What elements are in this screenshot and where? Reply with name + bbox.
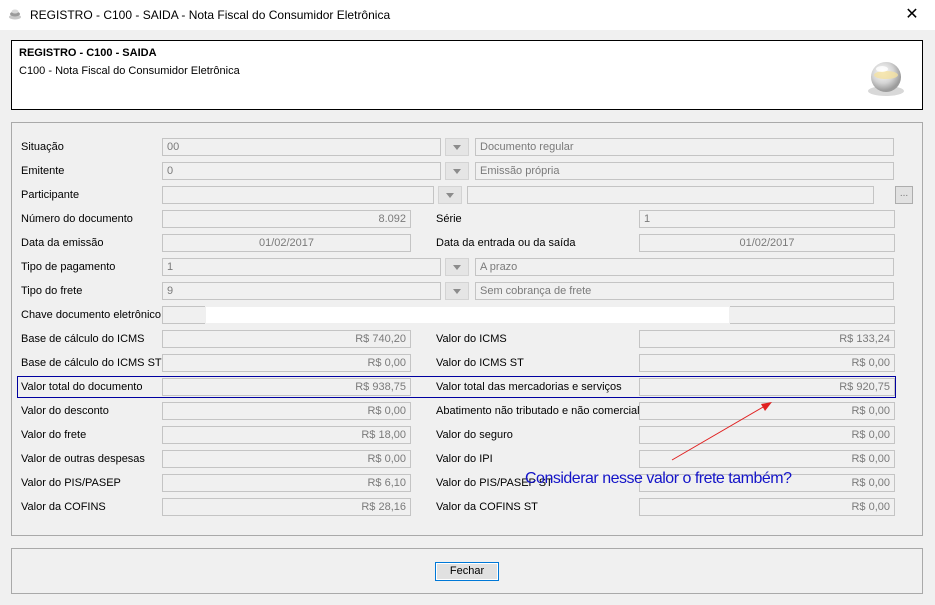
- data-emissao-label: Data da emissão: [21, 237, 104, 249]
- tipo-pagamento-desc-field[interactable]: A prazo: [475, 258, 894, 276]
- situacao-label: Situação: [21, 141, 64, 153]
- valor-icms-field[interactable]: R$ 133,24: [639, 330, 895, 348]
- pis-pasep-label: Valor do PIS/PASEP: [21, 477, 121, 489]
- data-entrada-field[interactable]: 01/02/2017: [639, 234, 895, 252]
- tipo-frete-code-field[interactable]: 9: [162, 282, 441, 300]
- valor-total-merc-field[interactable]: R$ 920,75: [639, 378, 895, 396]
- annotation-text: Considerar nesse valor o frete também?: [525, 470, 792, 487]
- participante-code-field[interactable]: [162, 186, 434, 204]
- valor-total-doc-field[interactable]: R$ 938,75: [162, 378, 411, 396]
- tipo-frete-label: Tipo do frete: [21, 285, 83, 297]
- cofins-label: Valor da COFINS: [21, 501, 106, 513]
- tipo-frete-dropdown-button[interactable]: [445, 282, 469, 300]
- cofins-st-field[interactable]: R$ 0,00: [639, 498, 895, 516]
- numero-label: Número do documento: [21, 213, 133, 225]
- numero-field[interactable]: 8.092: [162, 210, 411, 228]
- cofins-st-label: Valor da COFINS ST: [436, 501, 538, 513]
- emitente-label: Emitente: [21, 165, 65, 177]
- app-logo-icon: [868, 62, 904, 96]
- header-title: REGISTRO - C100 - SAIDA: [19, 47, 157, 59]
- participante-desc-field[interactable]: [467, 186, 874, 204]
- valor-frete-field[interactable]: R$ 18,00: [162, 426, 411, 444]
- valor-total-merc-label: Valor total das mercadorias e serviços: [436, 381, 622, 393]
- situacao-code-field[interactable]: 00: [162, 138, 441, 156]
- base-icms-label: Base de cálculo do ICMS: [21, 333, 145, 345]
- tipo-frete-desc-field[interactable]: Sem cobrança de frete: [475, 282, 894, 300]
- cofins-field[interactable]: R$ 28,16: [162, 498, 411, 516]
- title-bar: REGISTRO - C100 - SAIDA - Nota Fiscal do…: [0, 0, 935, 30]
- header-panel: REGISTRO - C100 - SAIDA C100 - Nota Fisc…: [11, 40, 923, 110]
- valor-ipi-field[interactable]: R$ 0,00: [639, 450, 895, 468]
- header-description: C100 - Nota Fiscal do Consumidor Eletrôn…: [19, 65, 240, 77]
- tipo-pagamento-dropdown-button[interactable]: [445, 258, 469, 276]
- valor-icms-st-field[interactable]: R$ 0,00: [639, 354, 895, 372]
- tipo-pagamento-label: Tipo de pagamento: [21, 261, 116, 273]
- pis-pasep-field[interactable]: R$ 6,10: [162, 474, 411, 492]
- abatimento-field[interactable]: R$ 0,00: [639, 402, 895, 420]
- window-close-button[interactable]: ✕: [889, 0, 935, 30]
- close-icon: ✕: [905, 6, 919, 23]
- fechar-button[interactable]: Fechar: [435, 562, 499, 581]
- situacao-desc-field[interactable]: Documento regular: [475, 138, 894, 156]
- serie-field[interactable]: 1: [639, 210, 895, 228]
- outras-despesas-field[interactable]: R$ 0,00: [162, 450, 411, 468]
- base-icms-field[interactable]: R$ 740,20: [162, 330, 411, 348]
- valor-seguro-label: Valor do seguro: [436, 429, 513, 441]
- emitente-desc-field[interactable]: Emissão própria: [475, 162, 894, 180]
- valor-desconto-label: Valor do desconto: [21, 405, 109, 417]
- app-icon: [9, 9, 21, 20]
- data-emissao-field[interactable]: 01/02/2017: [162, 234, 411, 252]
- valor-ipi-label: Valor do IPI: [436, 453, 493, 465]
- valor-icms-label: Valor do ICMS: [436, 333, 507, 345]
- chave-label: Chave documento eletrônico: [21, 309, 162, 321]
- valor-desconto-field[interactable]: R$ 0,00: [162, 402, 411, 420]
- window-title: REGISTRO - C100 - SAIDA - Nota Fiscal do…: [30, 8, 391, 22]
- valor-icms-st-label: Valor do ICMS ST: [436, 357, 524, 369]
- situacao-dropdown-button[interactable]: [445, 138, 469, 156]
- valor-frete-label: Valor do frete: [21, 429, 87, 441]
- emitente-code-field[interactable]: 0: [162, 162, 441, 180]
- base-icms-st-label: Base de cálculo do ICMS ST: [21, 357, 162, 369]
- outras-despesas-label: Valor de outras despesas: [21, 453, 145, 465]
- base-icms-st-field[interactable]: R$ 0,00: [162, 354, 411, 372]
- tipo-pagamento-code-field[interactable]: 1: [162, 258, 441, 276]
- participante-label: Participante: [21, 189, 80, 201]
- emitente-dropdown-button[interactable]: [445, 162, 469, 180]
- valor-seguro-field[interactable]: R$ 0,00: [639, 426, 895, 444]
- chave-redacted: [205, 306, 730, 324]
- serie-label: Série: [436, 213, 462, 225]
- participante-search-button[interactable]: ...: [895, 186, 913, 204]
- data-entrada-label: Data da entrada ou da saída: [436, 237, 576, 249]
- participante-dropdown-button[interactable]: [438, 186, 462, 204]
- valor-total-doc-label: Valor total do documento: [21, 381, 143, 393]
- abatimento-label: Abatimento não tributado e não comercial: [436, 405, 640, 417]
